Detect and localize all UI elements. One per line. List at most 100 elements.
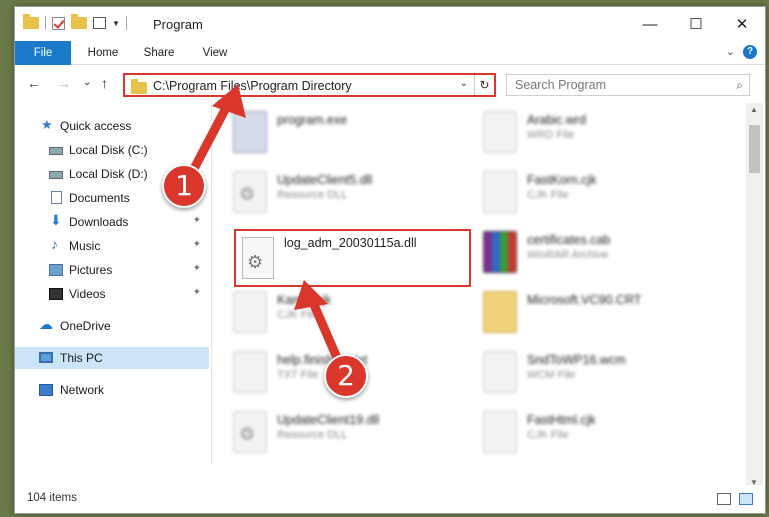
file-tile[interactable]: FastHtml.cjk CJK File	[475, 407, 725, 461]
file-tile[interactable]: Microsoft.VC90.CRT	[475, 287, 725, 341]
close-button[interactable]: ✕	[719, 7, 765, 41]
scrollbar-thumb[interactable]	[749, 125, 760, 173]
documents-icon	[51, 191, 62, 204]
dll-file-icon	[242, 237, 274, 279]
sidebar-item-label: Downloads	[69, 215, 129, 229]
maximize-button[interactable]: ☐	[673, 7, 719, 41]
music-icon: ♪	[51, 236, 58, 252]
pin-icon[interactable]: ✦	[193, 287, 201, 298]
sidebar-item-label: Network	[60, 383, 105, 397]
dll-file-icon	[233, 411, 267, 453]
search-icon[interactable]: ⌕	[736, 78, 743, 93]
sidebar-item-label: Local Disk (C:)	[69, 143, 148, 157]
up-button[interactable]: ↑	[101, 75, 108, 91]
navigation-pane: ★ Quick access Local Disk (C:) Local Dis…	[15, 103, 211, 483]
tiles-view-icon[interactable]	[739, 493, 753, 505]
address-dropdown-chevron-icon[interactable]: ⌄	[460, 78, 468, 89]
file-tile[interactable]: program.exe	[225, 107, 475, 161]
videos-icon	[49, 288, 63, 300]
vertical-scrollbar[interactable]: ▲ ▼	[746, 103, 763, 489]
file-name: Microsoft.VC90.CRT	[527, 293, 642, 307]
tab-share[interactable]: Share	[133, 41, 185, 65]
toolbar-separator	[125, 16, 127, 30]
document-file-icon	[233, 291, 267, 333]
file-type: CJK File	[277, 309, 319, 321]
cloud-icon: ☁	[39, 316, 53, 332]
file-name: log_adm_20030115a.dll	[284, 236, 417, 250]
file-name: SndToWP16.wcm	[527, 353, 626, 367]
sidebar-item-onedrive[interactable]: ☁ OneDrive	[15, 315, 209, 337]
expand-ribbon-chevron-icon[interactable]: ⌄	[726, 45, 735, 58]
ribbon-tabs: File Home Share View ⌄ ?	[15, 41, 765, 65]
document-file-icon	[483, 411, 517, 453]
sidebar-item-this-pc[interactable]: This PC	[15, 347, 209, 369]
sidebar-item-videos[interactable]: Videos ✦	[15, 283, 209, 305]
details-view-icon[interactable]	[717, 493, 731, 505]
network-icon	[39, 384, 53, 396]
exe-file-icon	[233, 111, 267, 153]
toolbar-separator	[45, 16, 46, 30]
pane-splitter[interactable]	[211, 103, 212, 465]
tab-view[interactable]: View	[189, 41, 241, 65]
sidebar-item-downloads[interactable]: ⬇ Downloads ✦	[15, 211, 209, 233]
file-name: certificates.cab	[527, 233, 611, 247]
address-bar[interactable]: C:\Program Files\Program Directory ⌄ ↻	[123, 73, 496, 97]
step-1-badge: 1	[162, 164, 206, 208]
folder-icon	[483, 291, 517, 333]
file-tile[interactable]: certificates.cab WinRAR Archive	[475, 227, 725, 281]
help-icon[interactable]: ?	[743, 45, 757, 59]
item-count: 104 items	[27, 492, 77, 504]
sidebar-item-label: Videos	[69, 287, 106, 301]
file-tile[interactable]: SndToWP16.wcm WCM File	[475, 347, 725, 401]
file-name: UpdateClient5.dll	[277, 173, 373, 187]
highlighted-file-tile[interactable]: log_adm_20030115a.dll	[234, 229, 471, 287]
file-type: Resource DLL	[277, 429, 348, 441]
sidebar-item-local-disk-c[interactable]: Local Disk (C:)	[15, 139, 209, 161]
star-icon: ★	[41, 117, 53, 132]
explorer-window: ▼ Program — ☐ ✕ File Home Share View ⌄ ?…	[14, 6, 766, 514]
forward-button[interactable]: →	[57, 75, 71, 91]
sidebar-item-label: Documents	[69, 191, 130, 205]
view-props-icon[interactable]	[93, 17, 106, 29]
file-tile[interactable]: Arabic.wrd WRD File	[475, 107, 725, 161]
file-tile[interactable]: FastKorn.cjk CJK File	[475, 167, 725, 221]
navigation-bar: ← → ⌄ ↑ C:\Program Files\Program Directo…	[15, 67, 765, 101]
pin-icon[interactable]: ✦	[193, 263, 201, 274]
file-tile[interactable]: UpdateClient19.dll Resource DLL	[225, 407, 475, 461]
sidebar-item-music[interactable]: ♪ Music ✦	[15, 235, 209, 257]
sidebar-item-label: OneDrive	[60, 319, 111, 333]
properties-check-icon[interactable]	[52, 16, 65, 30]
file-type: WRD File	[527, 129, 575, 141]
refresh-icon[interactable]: ↻	[474, 75, 494, 95]
download-icon: ⬇	[50, 212, 62, 228]
file-type: CJK File	[527, 429, 569, 441]
drive-icon	[49, 171, 63, 179]
tab-file[interactable]: File	[15, 41, 71, 65]
back-button[interactable]: ←	[27, 75, 41, 91]
file-tile[interactable]: Kamin.cjk CJK File	[225, 287, 475, 341]
sidebar-item-network[interactable]: Network	[15, 379, 209, 401]
pictures-icon	[49, 264, 63, 276]
customize-toolbar-chevron-icon[interactable]: ▼	[112, 19, 120, 28]
minimize-button[interactable]: —	[627, 7, 673, 41]
file-name: Kamin.cjk	[277, 293, 332, 307]
file-tile[interactable]: UpdateClient5.dll Resource DLL	[225, 167, 475, 221]
search-input[interactable]: Search Program	[515, 78, 606, 92]
new-folder-icon[interactable]	[71, 14, 87, 29]
quick-access-toolbar: ▼	[23, 14, 127, 30]
tab-home[interactable]: Home	[77, 41, 129, 65]
sidebar-item-quick-access[interactable]: ★ Quick access	[15, 115, 209, 137]
recent-locations-chevron-icon[interactable]: ⌄	[83, 77, 91, 88]
scroll-up-icon[interactable]: ▲	[750, 105, 758, 114]
pin-icon[interactable]: ✦	[193, 239, 201, 250]
sidebar-item-label: Music	[69, 239, 101, 253]
file-type: CJK File	[527, 189, 569, 201]
sidebar-item-pictures[interactable]: Pictures ✦	[15, 259, 209, 281]
archive-file-icon	[483, 231, 517, 273]
address-path[interactable]: C:\Program Files\Program Directory	[153, 79, 352, 93]
pin-icon[interactable]: ✦	[193, 215, 201, 226]
document-file-icon	[483, 171, 517, 213]
text-file-icon	[233, 351, 267, 393]
sidebar-item-label: Local Disk (D:)	[69, 167, 148, 181]
search-box[interactable]: Search Program ⌕	[506, 74, 750, 96]
